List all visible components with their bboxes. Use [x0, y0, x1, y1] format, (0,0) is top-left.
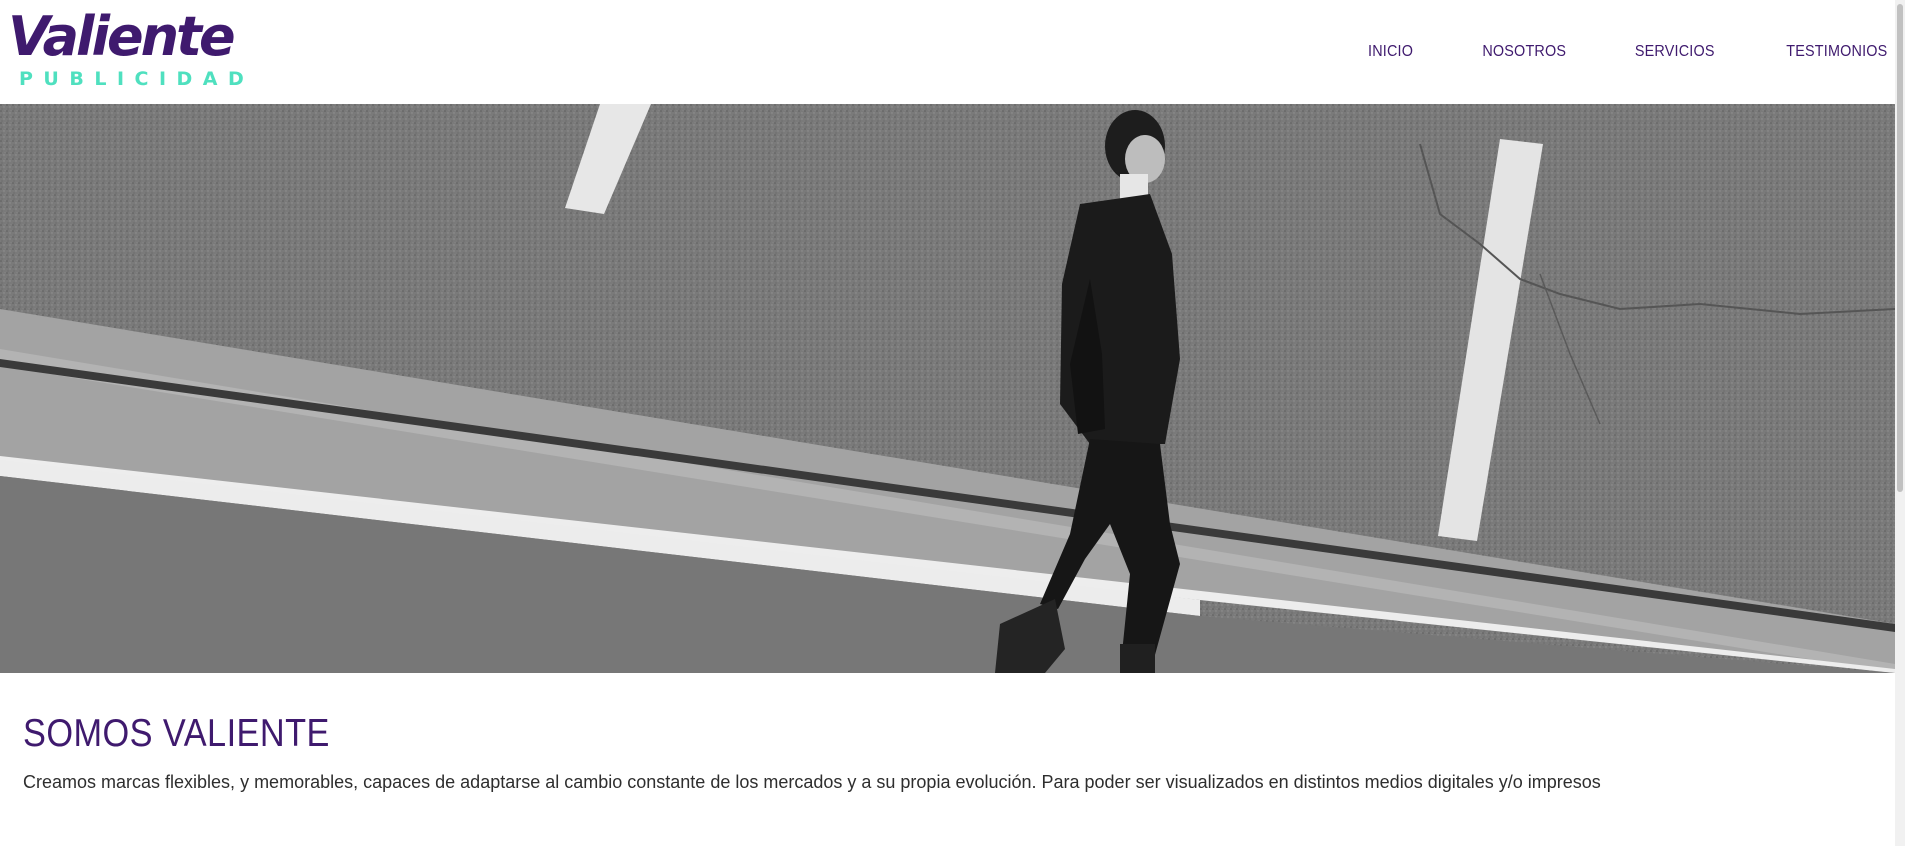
- logo-tagline: PUBLICIDAD: [19, 68, 255, 90]
- nav-item-testimonios[interactable]: TESTIMONIOS: [1786, 43, 1887, 61]
- nav-item-nosotros[interactable]: NOSOTROS: [1482, 43, 1566, 61]
- nav-item-inicio[interactable]: INICIO: [1368, 43, 1413, 61]
- site-header: Valiente PUBLICIDAD INICIO NOSOTROS SERV…: [0, 0, 1895, 104]
- main-nav: INICIO NOSOTROS SERVICIOS TESTIMONIOS: [1303, 0, 1887, 104]
- scrollbar-thumb[interactable]: [1897, 4, 1903, 492]
- logo-wordmark: Valiente: [8, 5, 236, 68]
- hero-banner: [0, 104, 1895, 673]
- hero-photo: [0, 104, 1895, 673]
- about-section: SOMOS VALIENTE Creamos marcas flexibles,…: [23, 710, 1883, 794]
- page-scrollbar[interactable]: [1895, 0, 1905, 846]
- about-title: SOMOS VALIENTE: [23, 712, 330, 755]
- brand-logo[interactable]: Valiente PUBLICIDAD: [6, 10, 244, 94]
- about-description: Creamos marcas flexibles, y memorables, …: [23, 772, 1601, 792]
- nav-item-servicios[interactable]: SERVICIOS: [1635, 43, 1715, 61]
